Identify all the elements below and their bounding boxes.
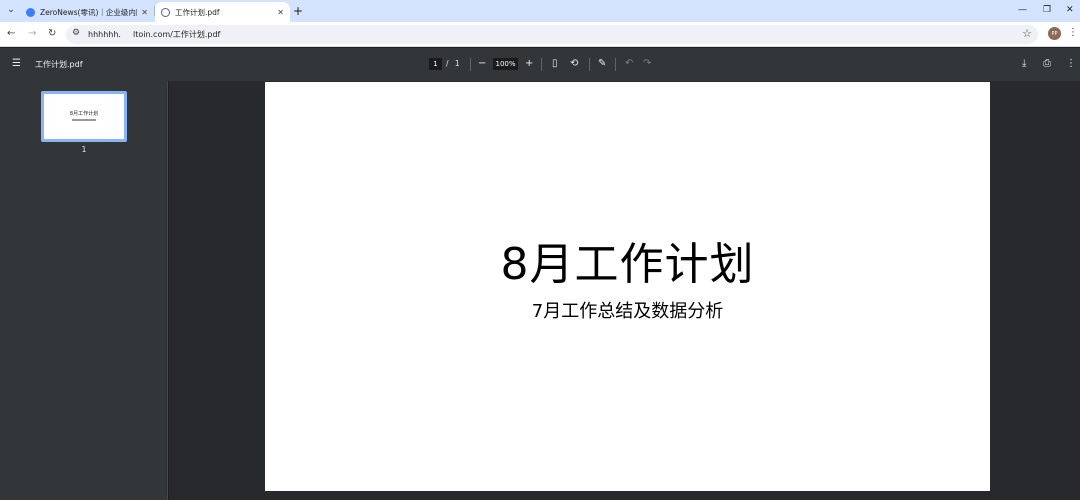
tab-title: ZeroNews(零讯)｜企业级内网穿	[40, 7, 137, 17]
zoom-level-input[interactable]: 100%	[493, 58, 518, 70]
total-pages: 1	[454, 59, 460, 68]
toolbar-divider	[541, 58, 542, 71]
rotate-icon[interactable]: ⟲	[570, 58, 578, 70]
bookmark-star-icon[interactable]: ☆	[1022, 27, 1032, 40]
zeronews-favicon-icon	[26, 7, 35, 17]
thumbnail-subtitle-line	[72, 119, 96, 121]
more-options-icon[interactable]: ⋮	[1066, 58, 1076, 70]
close-icon[interactable]: ✕	[141, 8, 148, 17]
close-icon[interactable]: ✕	[277, 8, 284, 17]
pdf-file-name: 工作计划.pdf	[35, 60, 83, 69]
pdf-page: 8月工作计划 7月工作总结及数据分析	[265, 82, 990, 491]
annotate-pen-icon[interactable]: ✎	[598, 58, 606, 70]
tab-search-chevron-icon[interactable]: ⌄	[4, 3, 18, 17]
tab-zeronews[interactable]: ZeroNews(零讯)｜企业级内网穿 ✕	[20, 2, 154, 22]
site-settings-icon[interactable]: ⚙	[72, 28, 80, 38]
zoom-out-icon[interactable]: −	[478, 58, 486, 70]
toolbar-divider	[470, 58, 471, 71]
address-bar[interactable]: ⚙ hhhhhh. ltoin.com/工作计划.pdf ☆	[66, 25, 1038, 44]
profile-avatar[interactable]: PP	[1048, 27, 1061, 40]
toolbar-divider	[589, 58, 590, 71]
globe-icon	[161, 7, 170, 17]
restore-icon[interactable]: ❐	[1043, 3, 1051, 17]
browser-toolbar: ← → ↻ ⚙ hhhhhh. ltoin.com/工作计划.pdf ☆	[0, 22, 1080, 47]
hamburger-menu-icon[interactable]: ☰	[12, 58, 21, 70]
print-icon[interactable]: ⎙	[1043, 58, 1051, 70]
page-number-input[interactable]: 1	[429, 58, 442, 70]
tab-title: 工作计划.pdf	[175, 7, 220, 17]
toolbar-divider	[615, 58, 616, 71]
undo-icon[interactable]: ↶	[625, 58, 633, 70]
fit-page-icon[interactable]: ▯	[552, 58, 558, 70]
redo-icon[interactable]: ↷	[643, 58, 651, 70]
page-separator: /	[446, 59, 449, 68]
back-arrow-icon[interactable]: ←	[7, 27, 15, 41]
reload-icon[interactable]: ↻	[48, 27, 56, 41]
download-icon[interactable]: ⤓	[1022, 58, 1026, 70]
minimize-icon[interactable]: —	[1018, 3, 1027, 17]
forward-arrow-icon[interactable]: →	[28, 27, 36, 41]
url-text[interactable]: hhhhhh. ltoin.com/工作计划.pdf	[88, 29, 220, 40]
page-count: / 1	[446, 59, 460, 68]
browser-menu-icon[interactable]: ⋮	[1068, 27, 1078, 38]
zoom-in-icon[interactable]: +	[525, 58, 533, 70]
thumbnail-sidebar: 8月工作计划 1	[0, 81, 168, 500]
pdf-toolbar: ☰ 工作计划.pdf 1 / 1 − 100% + ▯ ⟲ ✎ ↶ ↷ ⤓ ⎙ …	[0, 48, 1080, 81]
thumbnail-title: 8月工作计划	[69, 111, 99, 117]
tab-pdf[interactable]: 工作计划.pdf ✕	[155, 2, 290, 22]
document-title: 8月工作计划	[500, 239, 755, 290]
pdf-viewer[interactable]: 8月工作计划 7月工作总结及数据分析	[169, 81, 1080, 500]
thumbnail-page-number: 1	[81, 145, 87, 154]
close-window-icon[interactable]: ✕	[1066, 3, 1074, 17]
tab-strip: ⌄ ZeroNews(零讯)｜企业级内网穿 ✕ 工作计划.pdf ✕ + — ❐…	[0, 0, 1080, 22]
page-thumbnail[interactable]: 8月工作计划	[41, 91, 127, 142]
new-tab-button[interactable]: +	[293, 3, 303, 19]
document-subtitle: 7月工作总结及数据分析	[531, 301, 724, 322]
